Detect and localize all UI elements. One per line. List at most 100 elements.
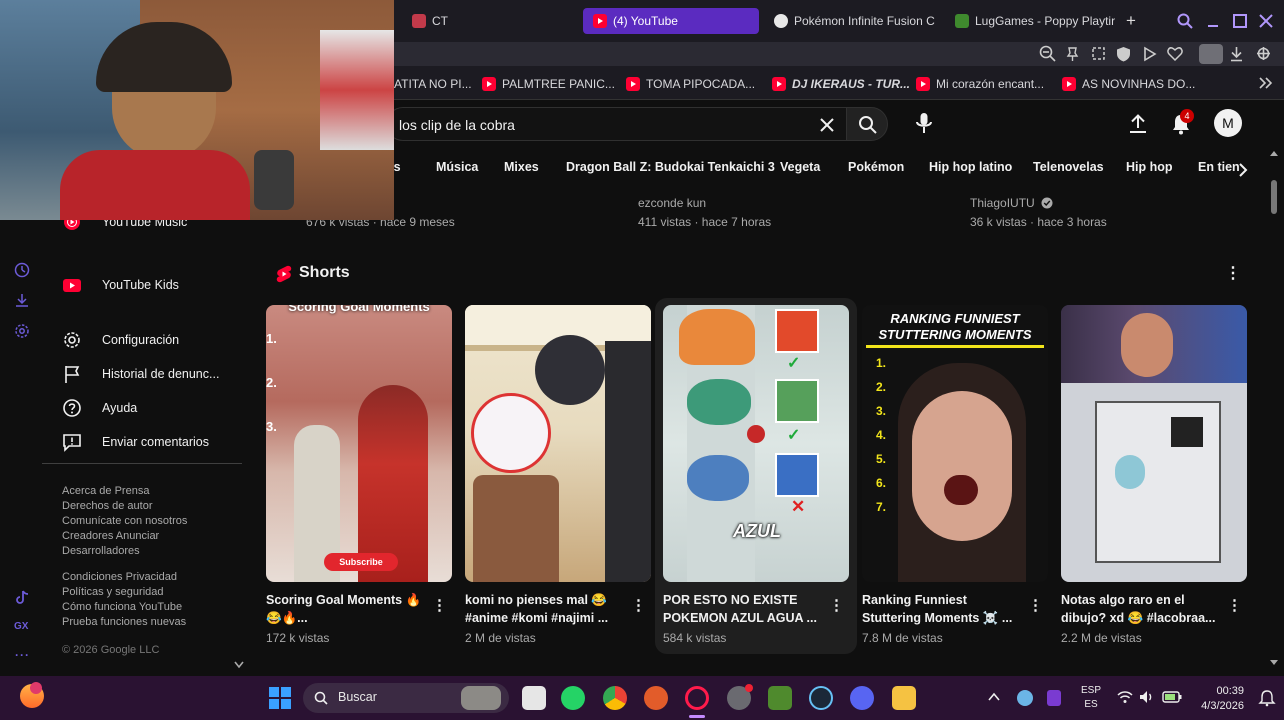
- windows-start-icon[interactable]: [268, 686, 292, 710]
- footer-link[interactable]: Cómo funciona YouTube: [62, 601, 182, 613]
- new-tab-button[interactable]: +: [1122, 12, 1140, 30]
- history-rail-icon[interactable]: [14, 262, 30, 278]
- chip[interactable]: En tien: [1198, 160, 1240, 174]
- chip[interactable]: Música: [436, 160, 478, 174]
- short-card[interactable]: komi no pienses mal 😂 #anime #komi #naji…: [465, 305, 651, 645]
- shorts-more-options-icon[interactable]: ⋮: [1225, 266, 1241, 284]
- short-card[interactable]: Scoring Goal Moments 1. 2. 3. Subscribe Sc…: [266, 305, 452, 645]
- footer-link[interactable]: Desarrolladores: [62, 545, 140, 557]
- microphone-icon[interactable]: [915, 112, 933, 136]
- wifi-icon[interactable]: [1117, 690, 1133, 704]
- footer-link[interactable]: Acerca de Prensa: [62, 485, 149, 497]
- discord-icon[interactable]: [850, 686, 874, 710]
- tiktok-rail-icon[interactable]: [14, 589, 30, 605]
- show-hidden-icons-icon[interactable]: [988, 692, 1000, 702]
- sidebar-item-feedback[interactable]: Enviar comentarios: [62, 430, 209, 454]
- channel-name[interactable]: ezconde kun: [638, 196, 706, 210]
- short-title[interactable]: POR ESTO NO EXISTE POKEMON AZUL AGUA ...: [663, 591, 825, 627]
- short-card[interactable]: RANKING FUNNIEST STUTTERING MOMENTS 1. 2.…: [862, 305, 1048, 645]
- short-thumbnail[interactable]: Scoring Goal Moments 1. 2. 3. Subscribe: [266, 305, 452, 582]
- close-window-icon[interactable]: [1258, 13, 1274, 29]
- sidebar-scroll-down-icon[interactable]: [234, 661, 244, 669]
- chip[interactable]: Vegeta: [780, 160, 820, 174]
- volume-icon[interactable]: [1139, 690, 1155, 704]
- chip[interactable]: Telenovelas: [1033, 160, 1104, 174]
- scroll-up-icon[interactable]: [1270, 150, 1278, 156]
- download-icon[interactable]: [1229, 46, 1244, 62]
- shield-icon[interactable]: [1116, 46, 1131, 62]
- short-thumbnail[interactable]: RANKING FUNNIEST STUTTERING MOMENTS 1. 2.…: [862, 305, 1048, 582]
- chrome-icon[interactable]: [603, 686, 627, 710]
- gx-rail-icon[interactable]: GX: [14, 621, 28, 632]
- notification-center-icon[interactable]: [1258, 689, 1276, 707]
- footer-link[interactable]: Derechos de autor: [62, 500, 153, 512]
- settings-rail-icon[interactable]: [14, 323, 30, 339]
- footer-link[interactable]: Condiciones Privacidad: [62, 571, 177, 583]
- short-title[interactable]: Scoring Goal Moments 🔥😂🔥...: [266, 591, 428, 627]
- chip[interactable]: Pokémon: [848, 160, 904, 174]
- tab-pokemon[interactable]: Pokémon Infinite Fusion C: [764, 8, 940, 34]
- steam-icon[interactable]: [809, 686, 833, 710]
- short-thumbnail[interactable]: [1061, 305, 1247, 582]
- sidebar-item-youtube-kids[interactable]: YouTube Kids: [62, 273, 179, 297]
- channel-name[interactable]: ThiagoIUTU: [970, 196, 1053, 210]
- footer-link[interactable]: Políticas y seguridad: [62, 586, 164, 598]
- tab-youtube[interactable]: (4) YouTube: [583, 8, 759, 34]
- search-box[interactable]: [386, 107, 846, 141]
- bookmark-item[interactable]: PALMTREE PANIC...: [482, 75, 615, 93]
- short-title[interactable]: Notas algo raro en el dibujo? xd 😂 #laco…: [1061, 591, 1223, 627]
- whatsapp-icon[interactable]: [561, 686, 585, 710]
- steam-tray-icon[interactable]: [1017, 690, 1033, 706]
- search-input[interactable]: [399, 115, 799, 135]
- sidebar-item-report-history[interactable]: Historial de denunc...: [62, 362, 219, 386]
- bookmark-item[interactable]: DJ IKERAUS - TUR...: [772, 75, 910, 93]
- sidebar-item-help[interactable]: Ayuda: [62, 396, 137, 420]
- file-explorer-icon[interactable]: [892, 686, 916, 710]
- chip[interactable]: Dragon Ball Z: Budokai Tenkaichi 3: [566, 160, 775, 174]
- tab-ct[interactable]: CT: [402, 8, 578, 34]
- more-rail-icon[interactable]: ···: [15, 648, 30, 662]
- footer-link[interactable]: Comunícate con nosotros: [62, 515, 187, 527]
- clock[interactable]: 00:39 4/3/2026: [1198, 684, 1244, 714]
- search-tabs-icon[interactable]: [1177, 13, 1193, 29]
- mic-tray-icon[interactable]: [1047, 690, 1061, 706]
- upload-icon[interactable]: [1128, 113, 1148, 135]
- tab-luggames[interactable]: LugGames - Poppy Playtir: [945, 8, 1115, 34]
- short-title[interactable]: komi no pienses mal 😂 #anime #komi #naji…: [465, 591, 627, 627]
- more-bookmarks-icon[interactable]: [1259, 77, 1273, 89]
- bookmark-item[interactable]: Mi corazón encant...: [916, 75, 1044, 93]
- short-more-icon[interactable]: ⋮: [1227, 597, 1242, 615]
- taskbar-search-box[interactable]: Buscar: [303, 683, 509, 713]
- zoom-out-icon[interactable]: [1039, 45, 1056, 62]
- short-thumbnail[interactable]: ✓ ✓ ✕ AZUL: [663, 305, 849, 582]
- scrollbar-thumb[interactable]: [1271, 180, 1277, 214]
- short-card[interactable]: Notas algo raro en el dibujo? xd 😂 #laco…: [1061, 305, 1247, 645]
- short-more-icon[interactable]: ⋮: [432, 597, 447, 615]
- footer-link[interactable]: Creadores Anunciar: [62, 530, 159, 542]
- ea-app-icon[interactable]: [644, 686, 668, 710]
- bookmark-item[interactable]: ATITA NO PI...: [394, 75, 472, 93]
- play-icon[interactable]: [1142, 46, 1157, 62]
- minimize-icon[interactable]: [1205, 13, 1221, 29]
- chip[interactable]: Hip hop latino: [929, 160, 1012, 174]
- short-thumbnail[interactable]: [465, 305, 651, 582]
- bookmark-item[interactable]: TOMA PIPOCADA...: [626, 75, 755, 93]
- extensions-menu-icon[interactable]: [1256, 46, 1271, 62]
- short-more-icon[interactable]: ⋮: [829, 597, 844, 615]
- opera-gx-icon[interactable]: [685, 686, 709, 710]
- language-indicator[interactable]: ESP ES: [1079, 684, 1103, 712]
- scroll-down-icon[interactable]: [1270, 660, 1278, 666]
- heart-icon[interactable]: [1167, 46, 1183, 61]
- chip[interactable]: Hip hop: [1126, 160, 1173, 174]
- account-avatar[interactable]: M: [1214, 109, 1242, 137]
- chevron-right-icon[interactable]: [1238, 162, 1248, 178]
- short-title[interactable]: Ranking Funniest Stuttering Moments ☠️ .…: [862, 591, 1024, 627]
- profile-avatar-icon[interactable]: [1199, 44, 1223, 64]
- pin-icon[interactable]: [1065, 46, 1080, 62]
- clear-search-icon[interactable]: [819, 117, 835, 133]
- chip[interactable]: Mixes: [504, 160, 539, 174]
- minecraft-icon[interactable]: [768, 686, 792, 710]
- screenshot-icon[interactable]: [1091, 46, 1106, 61]
- short-more-icon[interactable]: ⋮: [1028, 597, 1043, 615]
- page-scrollbar[interactable]: [1270, 150, 1278, 674]
